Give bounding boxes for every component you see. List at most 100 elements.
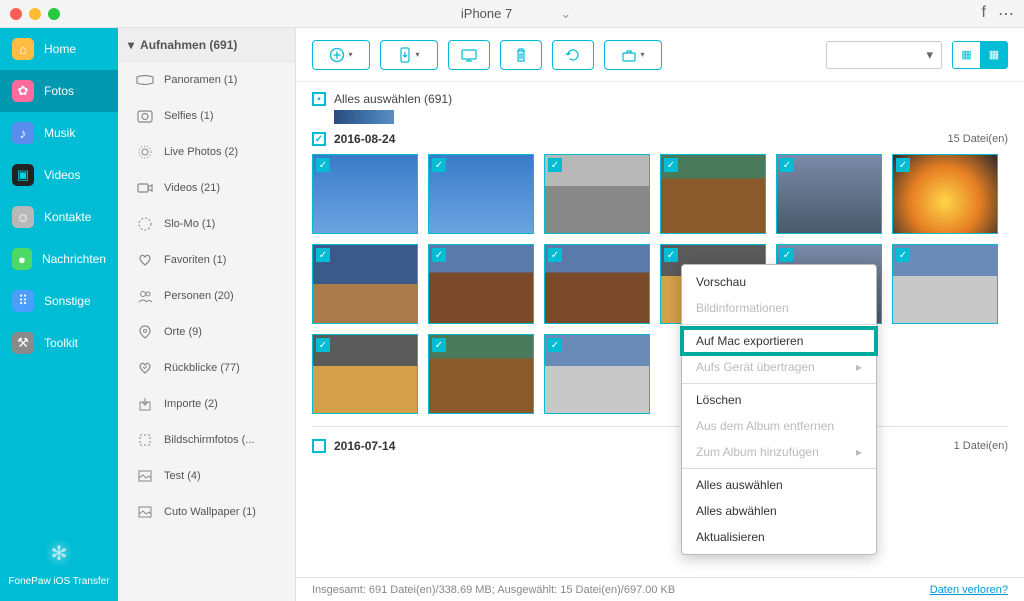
album-personen[interactable]: Personen (20) (118, 278, 295, 314)
thumb-checkbox[interactable] (548, 338, 562, 352)
photo-thumb[interactable] (428, 154, 534, 234)
photo-thumb[interactable] (892, 154, 998, 234)
select-all-row[interactable]: ▪ Alles auswählen (691) (312, 92, 1008, 106)
sidebar-item-fotos[interactable]: ✿Fotos (0, 70, 118, 112)
context-menu: Vorschau Bildinformationen Auf Mac expor… (681, 264, 877, 555)
sidebar-item-sonstige[interactable]: ⠿Sonstige (0, 280, 118, 322)
minimize-icon[interactable] (29, 8, 41, 20)
sidebar-item-videos[interactable]: ▣Videos (0, 154, 118, 196)
photo-grid (312, 154, 1008, 414)
thumbnail-fragment (334, 110, 394, 124)
cm-deselect-all[interactable]: Alles abwählen (682, 498, 876, 524)
album-favoriten[interactable]: Favoriten (1) (118, 242, 295, 278)
album-cuto[interactable]: Cuto Wallpaper (1) (118, 494, 295, 530)
submenu-arrow-icon: ▸ (856, 360, 862, 374)
thumb-checkbox[interactable] (896, 248, 910, 262)
thumb-checkbox[interactable] (432, 158, 446, 172)
thumb-checkbox[interactable] (780, 248, 794, 262)
cm-select-all[interactable]: Alles auswählen (682, 472, 876, 498)
chevron-down-icon: ▾ (926, 47, 933, 63)
filter-dropdown[interactable]: ▾ (826, 41, 942, 69)
cm-remove-album: Aus dem Album entfernen (682, 413, 876, 439)
album-test[interactable]: Test (4) (118, 458, 295, 494)
group-header[interactable]: 2016-08-24 15 Datei(en) (312, 132, 1008, 146)
cm-preview[interactable]: Vorschau (682, 269, 876, 295)
thumb-checkbox[interactable] (432, 338, 446, 352)
delete-button[interactable] (500, 40, 542, 70)
app-logo-icon (42, 536, 76, 570)
selfie-icon (136, 109, 154, 123)
thumb-checkbox[interactable] (548, 158, 562, 172)
feedback-icon[interactable]: ⋯ (998, 4, 1014, 24)
sidebar-item-toolkit[interactable]: ⚒Toolkit (0, 322, 118, 364)
album-rueckblicke[interactable]: Rückblicke (77) (118, 350, 295, 386)
group-checkbox[interactable] (312, 439, 326, 453)
cm-export-mac[interactable]: Auf Mac exportieren (682, 328, 876, 354)
cm-add-album: Zum Album hinzufügen▸ (682, 439, 876, 465)
heart-icon (136, 253, 154, 267)
thumb-checkbox[interactable] (432, 248, 446, 262)
group-header[interactable]: 2016-07-14 1 Datei(en) (312, 439, 1008, 453)
album-importe[interactable]: Importe (2) (118, 386, 295, 422)
album-panel-header[interactable]: ▾Aufnahmen (691) (118, 28, 295, 62)
view-list-button[interactable]: ▦ (952, 41, 980, 69)
status-text: Insgesamt: 691 Datei(en)/338.69 MB; Ausg… (312, 584, 675, 596)
thumb-checkbox[interactable] (664, 158, 678, 172)
photo-thumb[interactable] (660, 154, 766, 234)
album-orte[interactable]: Orte (9) (118, 314, 295, 350)
album-bildschirmfotos[interactable]: Bildschirmfotos (... (118, 422, 295, 458)
photo-thumb[interactable] (312, 154, 418, 234)
titlebar: iPhone 7 ⌄ f ⋯ (0, 0, 1024, 28)
toolbox-button[interactable]: ▾ (604, 40, 662, 70)
thumb-checkbox[interactable] (548, 248, 562, 262)
status-bar: Insgesamt: 691 Datei(en)/338.69 MB; Ausg… (296, 577, 1024, 601)
photo-thumb[interactable] (544, 334, 650, 414)
album-videos[interactable]: Videos (21) (118, 170, 295, 206)
cm-info: Bildinformationen (682, 295, 876, 321)
cm-delete[interactable]: Löschen (682, 387, 876, 413)
add-button[interactable]: ▾ (312, 40, 370, 70)
refresh-button[interactable] (552, 40, 594, 70)
close-icon[interactable] (10, 8, 22, 20)
content-area: ▪ Alles auswählen (691) 2016-08-24 15 Da… (296, 82, 1024, 577)
photo-thumb[interactable] (544, 244, 650, 324)
photo-thumb[interactable] (776, 154, 882, 234)
album-slomo[interactable]: Slo-Mo (1) (118, 206, 295, 242)
cm-refresh[interactable]: Aktualisieren (682, 524, 876, 550)
maximize-icon[interactable] (48, 8, 60, 20)
export-pc-button[interactable] (448, 40, 490, 70)
group-checkbox[interactable] (312, 132, 326, 146)
photo-thumb[interactable] (428, 244, 534, 324)
photo-thumb[interactable] (312, 334, 418, 414)
facebook-icon[interactable]: f (982, 4, 986, 24)
view-toggle: ▦ ▦ (952, 41, 1008, 69)
export-device-button[interactable]: ▾ (380, 40, 438, 70)
photo-thumb[interactable] (428, 334, 534, 414)
sidebar-item-kontakte[interactable]: ☺Kontakte (0, 196, 118, 238)
separator (682, 383, 876, 384)
sidebar-item-musik[interactable]: ♪Musik (0, 112, 118, 154)
photo-thumb[interactable] (544, 154, 650, 234)
album-selfies[interactable]: Selfies (1) (118, 98, 295, 134)
traffic-lights (10, 8, 60, 20)
data-lost-link[interactable]: Daten verloren? (930, 584, 1008, 596)
sidebar-item-nachrichten[interactable]: ●Nachrichten (0, 238, 118, 280)
thumb-checkbox[interactable] (316, 338, 330, 352)
thumb-checkbox[interactable] (316, 158, 330, 172)
photo-thumb[interactable] (312, 244, 418, 324)
videocam-icon (136, 181, 154, 195)
sidebar: ⌂Home ✿Fotos ♪Musik ▣Videos ☺Kontakte ●N… (0, 28, 118, 601)
photo-thumb[interactable] (892, 244, 998, 324)
thumb-checkbox[interactable] (664, 248, 678, 262)
select-all-checkbox[interactable]: ▪ (312, 92, 326, 106)
thumb-checkbox[interactable] (896, 158, 910, 172)
screenshot-icon (136, 433, 154, 447)
sidebar-item-home[interactable]: ⌂Home (0, 28, 118, 70)
thumb-checkbox[interactable] (316, 248, 330, 262)
home-icon: ⌂ (12, 38, 34, 60)
thumb-checkbox[interactable] (780, 158, 794, 172)
view-grid-button[interactable]: ▦ (980, 41, 1008, 69)
device-selector[interactable]: iPhone 7 ⌄ (453, 6, 571, 22)
album-livephotos[interactable]: Live Photos (2) (118, 134, 295, 170)
album-panoramen[interactable]: Panoramen (1) (118, 62, 295, 98)
